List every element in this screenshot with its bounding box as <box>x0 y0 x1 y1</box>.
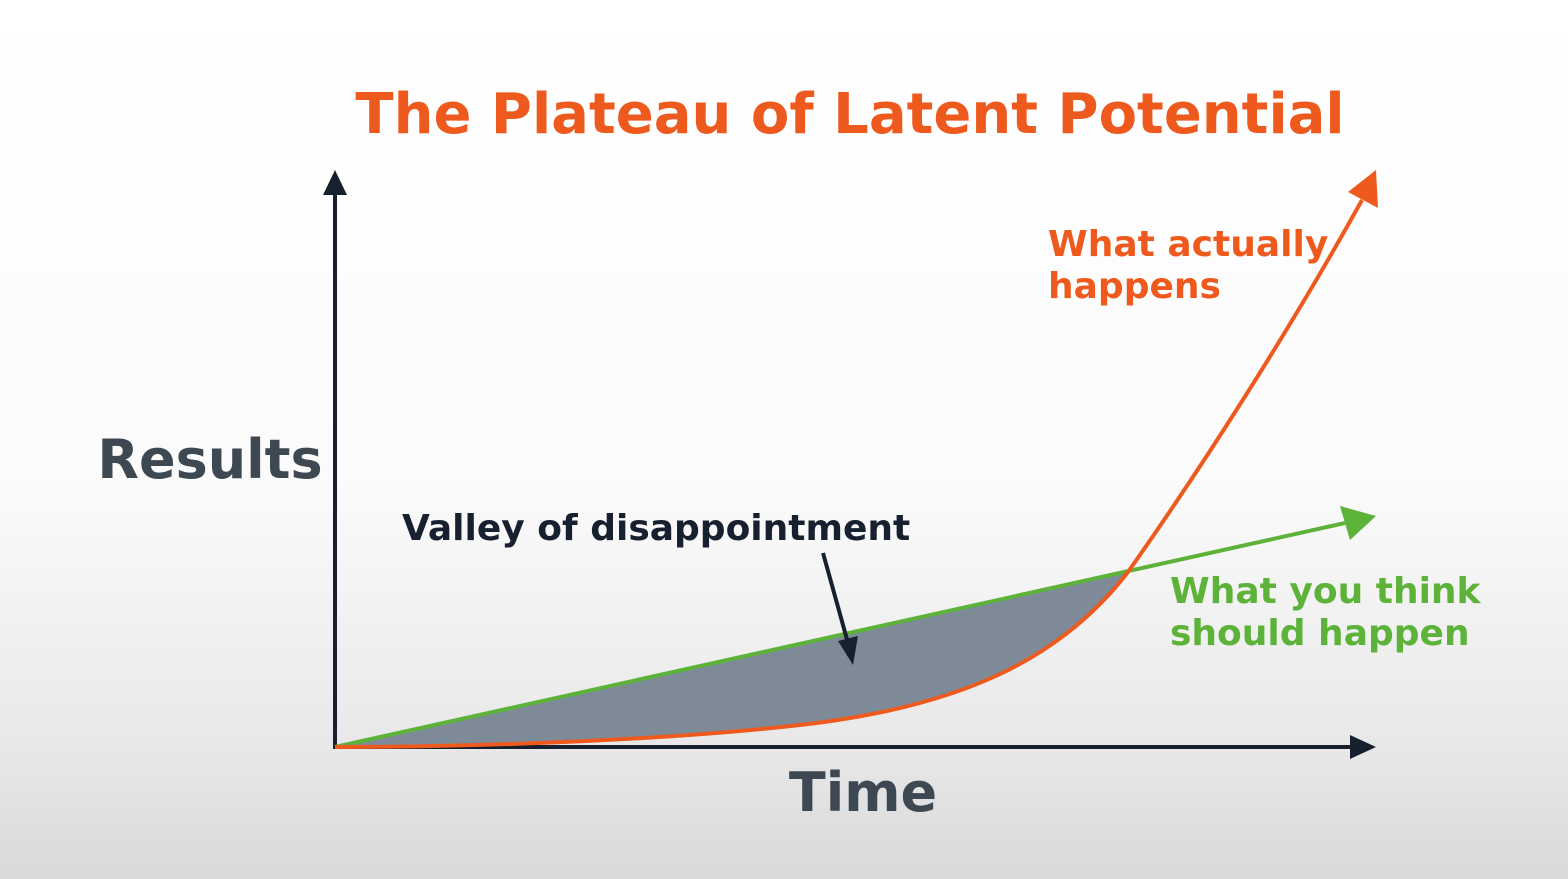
expected-line-arrowhead <box>1340 506 1376 540</box>
y-axis-label: Results <box>97 428 322 491</box>
expected-label-line1: What you think <box>1170 571 1482 612</box>
plateau-diagram: The Plateau of Latent Potential Results … <box>97 82 1482 824</box>
actual-label-line1: What actually <box>1048 224 1328 265</box>
x-axis-arrowhead <box>1350 735 1376 759</box>
diagram-title: The Plateau of Latent Potential <box>355 82 1344 147</box>
expected-label-line2: should happen <box>1170 613 1470 654</box>
actual-label-line2: happens <box>1048 266 1221 307</box>
y-axis-arrowhead <box>323 170 347 195</box>
x-axis-label: Time <box>789 761 937 824</box>
valley-label: Valley of disappointment <box>402 508 910 549</box>
valley-pointer <box>821 552 850 644</box>
